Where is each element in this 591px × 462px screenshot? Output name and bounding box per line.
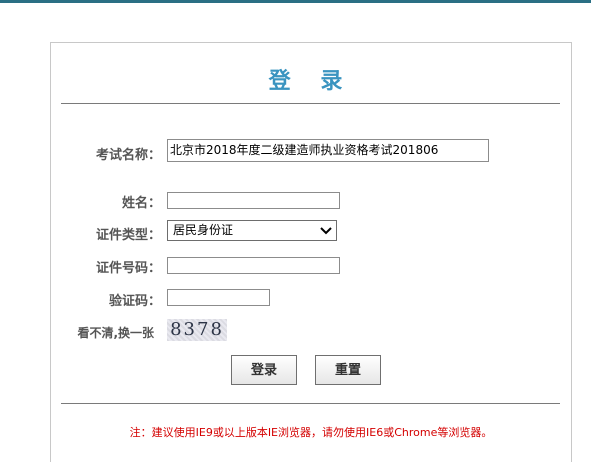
captcha-label: 验证码： xyxy=(108,294,161,309)
login-panel: 登 录 考试名称： 北京市2018年度二级建造师执业资格考试201806 姓名：… xyxy=(50,42,572,462)
id-number-input[interactable] xyxy=(167,257,340,274)
chevron-down-icon xyxy=(320,227,332,235)
id-type-select[interactable]: 居民身份证 xyxy=(167,220,337,241)
id-type-selected: 居民身份证 xyxy=(173,223,234,237)
captcha-input[interactable] xyxy=(167,289,270,306)
top-accent-bar xyxy=(0,0,591,3)
title-divider xyxy=(61,103,560,104)
name-label: 姓名： xyxy=(121,196,161,211)
captcha-image[interactable]: 8378 xyxy=(167,319,227,341)
refresh-captcha-link[interactable]: 看不清,换一张 xyxy=(51,324,154,341)
exam-name-label: 考试名称： xyxy=(95,148,161,163)
reset-button[interactable]: 重置 xyxy=(315,355,381,385)
name-input[interactable] xyxy=(167,192,340,209)
id-type-label: 证件类型： xyxy=(95,228,161,243)
browser-notice: 注：建议使用IE9或以上版本IE浏览器，请勿使用IE6或Chrome等浏览器。 xyxy=(129,426,493,439)
exam-name-field[interactable]: 北京市2018年度二级建造师执业资格考试201806 xyxy=(167,139,489,162)
footer-divider xyxy=(61,403,560,404)
login-button[interactable]: 登录 xyxy=(231,355,297,385)
page-title: 登 录 xyxy=(268,69,354,94)
id-number-label: 证件号码： xyxy=(95,261,161,276)
